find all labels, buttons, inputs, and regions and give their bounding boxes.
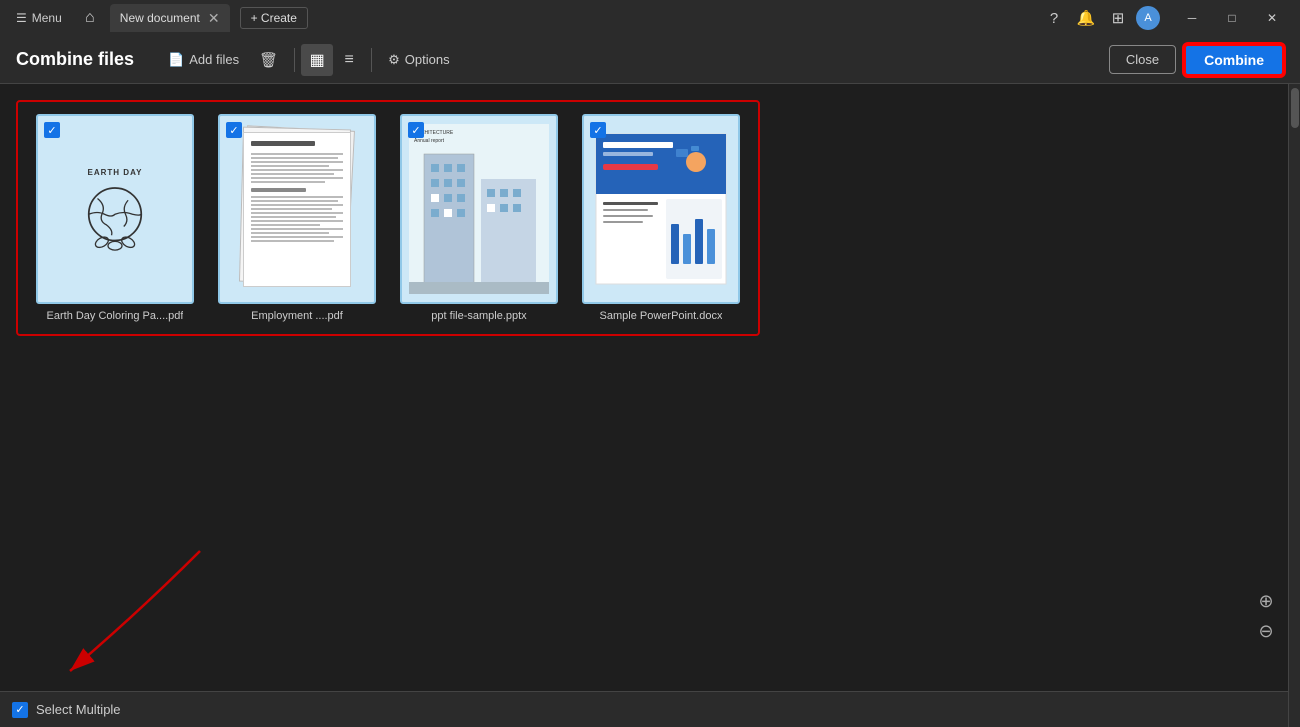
ppt-svg <box>591 124 731 294</box>
minimize-button[interactable]: ─ <box>1172 2 1212 34</box>
help-icon: ? <box>1050 10 1058 27</box>
files-container: ✓ EARTH DAY <box>16 100 760 336</box>
file-thumbnail: ✓ <box>582 114 740 304</box>
list-item[interactable]: ✓ <box>394 114 564 322</box>
apps-button[interactable]: ⊞ <box>1104 4 1132 32</box>
list-view-button[interactable]: ≡ <box>333 44 365 76</box>
toolbar: Combine files 📄 Add files 🗑 ▦ ≡ ⚙ Option… <box>0 36 1300 84</box>
options-label: Options <box>405 52 450 67</box>
apps-icon: ⊞ <box>1112 9 1125 27</box>
list-icon: ≡ <box>344 51 353 69</box>
close-window-button[interactable]: ✕ <box>1252 2 1292 34</box>
file-area: ✓ EARTH DAY <box>0 84 1288 727</box>
arrow-annotation <box>0 531 250 691</box>
options-button[interactable]: ⚙ Options <box>378 46 459 74</box>
file-checkbox[interactable]: ✓ <box>44 122 60 138</box>
file-thumbnail: ✓ <box>400 114 558 304</box>
toolbar-divider-1 <box>294 48 295 72</box>
create-button[interactable]: + Create <box>240 7 308 29</box>
combine-button[interactable]: Combine <box>1184 44 1284 76</box>
grid-icon: ▦ <box>310 50 325 70</box>
select-multiple-label: Select Multiple <box>36 702 121 717</box>
settings-icon: ⚙ <box>388 52 400 68</box>
notifications-button[interactable]: 🔔 <box>1072 4 1100 32</box>
file-checkbox[interactable]: ✓ <box>590 122 606 138</box>
file-thumbnail: ✓ <box>218 114 376 304</box>
file-checkbox[interactable]: ✓ <box>408 122 424 138</box>
menu-label: Menu <box>32 11 62 25</box>
menu-button[interactable]: ☰ Menu <box>8 8 70 28</box>
zoom-controls: ⊕ ⊖ <box>1276 683 1288 691</box>
maximize-button[interactable]: □ <box>1212 2 1252 34</box>
zoom-in-button[interactable]: ⊕ <box>1256 591 1276 611</box>
toolbar-right: Close Combine <box>1109 44 1284 76</box>
create-label: + Create <box>251 11 297 25</box>
document-tab[interactable]: New document ✕ <box>110 4 230 32</box>
file-thumbnail: ✓ EARTH DAY <box>36 114 194 304</box>
file-name: ppt file-sample.pptx <box>431 310 526 322</box>
add-files-button[interactable]: 📄 Add files <box>158 46 249 74</box>
file-name: Employment ....pdf <box>251 310 343 322</box>
list-item[interactable]: ✓ EARTH DAY <box>30 114 200 322</box>
bell-icon: 🔔 <box>1077 9 1096 27</box>
add-files-label: Add files <box>189 52 239 67</box>
zoom-out-button[interactable]: ⊖ <box>1256 621 1276 641</box>
list-item[interactable]: ✓ <box>212 114 382 322</box>
select-multiple-checkbox[interactable]: ✓ <box>12 702 28 718</box>
window-controls: ─ □ ✕ <box>1172 2 1292 34</box>
help-button[interactable]: ? <box>1040 4 1068 32</box>
menu-icon: ☰ <box>16 11 27 25</box>
avatar-initial: A <box>1144 12 1151 24</box>
trash-icon: 🗑 <box>259 51 278 69</box>
file-name: Earth Day Coloring Pa....pdf <box>47 310 184 322</box>
tab-label: New document <box>120 11 200 25</box>
close-button[interactable]: Close <box>1109 45 1176 74</box>
delete-button[interactable]: 🗑 <box>249 45 288 75</box>
title-bar: ☰ Menu ⌂ New document ✕ + Create ? 🔔 ⊞ A… <box>0 0 1300 36</box>
tab-close-button[interactable]: ✕ <box>208 10 220 27</box>
building-svg: ARCHITECTURE Annual report <box>409 124 549 294</box>
grid-view-button[interactable]: ▦ <box>301 44 333 76</box>
earth-svg <box>80 181 150 251</box>
toolbar-divider-2 <box>371 48 372 72</box>
bottom-bar: ✓ Select Multiple <box>0 691 1288 727</box>
file-name: Sample PowerPoint.docx <box>600 310 723 322</box>
scrollbar[interactable] <box>1288 84 1300 727</box>
avatar[interactable]: A <box>1136 6 1160 30</box>
add-files-icon: 📄 <box>168 52 184 68</box>
earth-thumb: EARTH DAY <box>55 129 175 289</box>
home-button[interactable]: ⌂ <box>76 4 104 32</box>
page-title: Combine files <box>16 49 134 70</box>
list-item[interactable]: ✓ <box>576 114 746 322</box>
main-content: ✓ EARTH DAY <box>0 84 1300 727</box>
title-bar-right: ? 🔔 ⊞ A ─ □ ✕ <box>1040 2 1292 34</box>
scrollbar-thumb[interactable] <box>1291 88 1299 128</box>
svg-text:Annual report: Annual report <box>414 138 445 144</box>
home-icon: ⌂ <box>85 9 95 27</box>
